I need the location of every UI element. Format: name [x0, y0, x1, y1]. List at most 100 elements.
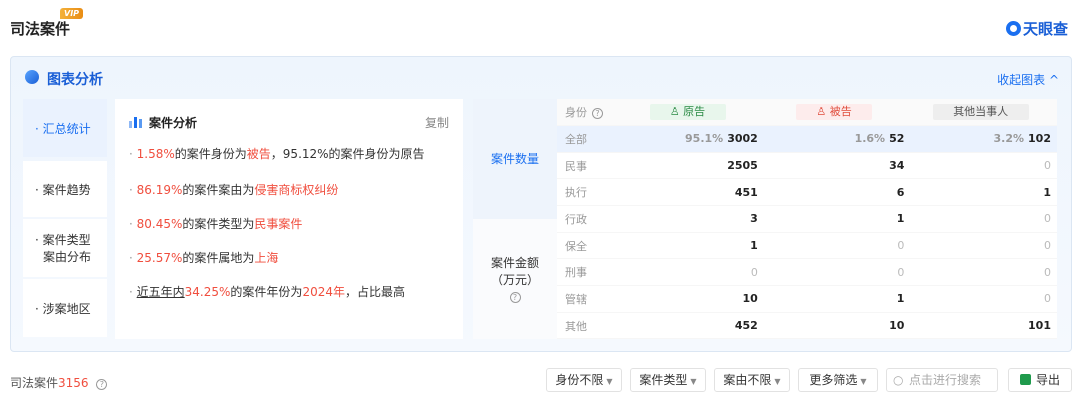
- grid-row: 行政 3 1 0: [557, 205, 1057, 233]
- metrics-table: 案件数量 案件金额 （万元） ? 身份? ♙ 原告 ♙ 被告 其他当事人 全部 95.1%…: [473, 99, 1057, 340]
- side-tab-label: 案件趋势: [35, 181, 107, 198]
- grid-header-row: 身份? ♙ 原告 ♙ 被告 其他当事人: [557, 99, 1057, 127]
- chart-panel: 图表分析 收起图表 ^ 汇总统计案件趋势案件类型案由分布涉案地区 案件分析 复制…: [10, 56, 1072, 352]
- filter-case-type-button[interactable]: 案件类型 ▼: [630, 368, 706, 392]
- export-label: 导出: [1035, 373, 1060, 387]
- help-icon[interactable]: ?: [509, 292, 521, 303]
- grid-row: 其他 452 10 101: [557, 312, 1057, 340]
- count-value: 102: [1028, 132, 1051, 146]
- analysis-text: 80.45%: [136, 217, 183, 231]
- copy-button[interactable]: 复制: [425, 114, 449, 131]
- brand-logo-icon: [1005, 21, 1021, 36]
- total-cell: 3.2% 102: [910, 125, 1057, 153]
- grid-cell: 1: [617, 232, 764, 260]
- help-icon[interactable]: ?: [96, 379, 108, 390]
- side-tab[interactable]: 涉案地区: [23, 279, 107, 337]
- analysis-text: 民事案件: [254, 217, 303, 231]
- filter-cause-label: 案由不限: [723, 373, 772, 387]
- total-cell: 95.1% 3002: [617, 125, 764, 153]
- more-filters-label: 更多筛选: [809, 373, 858, 387]
- identity-header-label: 身份: [565, 106, 587, 120]
- brand-name: 天眼查: [1022, 20, 1068, 38]
- percent-value: 3.2%: [993, 132, 1025, 146]
- grid-cell: 452: [617, 312, 764, 340]
- metric-tab-count[interactable]: 案件数量: [473, 99, 557, 219]
- analysis-text: 的案件年份为: [230, 285, 303, 299]
- grid-row: 保全 1 0 0: [557, 232, 1057, 260]
- grid-cell: 101: [910, 312, 1057, 340]
- metric-tab-amount[interactable]: 案件金额 （万元） ?: [473, 219, 557, 339]
- grid-cell: 0: [910, 152, 1057, 180]
- party-tag: ♙ 被告: [796, 104, 873, 121]
- grid-row: 刑事 0 0 0: [557, 258, 1057, 287]
- filter-cause-button[interactable]: 案由不限 ▼: [714, 368, 790, 392]
- grid-cell: 0: [910, 258, 1057, 287]
- analysis-text: 的案件案由为: [182, 183, 255, 197]
- analysis-title-text: 案件分析: [149, 116, 198, 130]
- filter-identity-label: 身份不限: [555, 373, 604, 387]
- analysis-text: 的案件身份为: [174, 147, 247, 161]
- grid-cell: 0: [910, 285, 1057, 313]
- row-label: 行政: [557, 205, 618, 233]
- grid-cell: 1: [763, 205, 911, 233]
- grid-cell: 1: [910, 178, 1057, 207]
- grid-cell: 1: [763, 285, 911, 313]
- side-tab-label: 案件类型: [35, 231, 107, 248]
- grid-row-all: 全部 95.1% 3002 1.6% 52 3.2% 102: [557, 125, 1057, 153]
- column-header: ♙ 被告: [763, 99, 911, 127]
- analysis-line: 86.19%的案件案由为侵害商标权纠纷: [129, 181, 339, 198]
- row-label: 全部: [557, 125, 618, 153]
- percent-value: 95.1%: [685, 132, 724, 146]
- page-header: 司法案件 VIP 天眼查: [0, 0, 1080, 50]
- footer-bar: 司法案件3156 ? 身份不限 ▼ 案件类型 ▼ 案由不限 ▼ 更多筛选 ▼ ○ 点击进行…: [0, 362, 1080, 398]
- filter-identity-button[interactable]: 身份不限 ▼: [546, 368, 622, 392]
- analysis-text: 被告: [246, 147, 271, 161]
- row-label: 管辖: [557, 285, 618, 313]
- grid-row: 执行 451 6 1: [557, 178, 1057, 207]
- panel-header: 图表分析 收起图表 ^: [11, 57, 1071, 99]
- grid-cell: 34: [763, 152, 911, 180]
- side-tab[interactable]: 案件趋势: [23, 161, 107, 217]
- chevron-down-icon: ▼: [690, 377, 697, 386]
- total-cell: 1.6% 52: [763, 125, 911, 153]
- row-label: 保全: [557, 232, 618, 260]
- grid-cell: 0: [617, 258, 764, 287]
- side-tab-label: 涉案地区: [35, 300, 107, 317]
- analysis-title: 案件分析: [129, 114, 197, 131]
- analysis-text: 侵害商标权纠纷: [254, 183, 339, 197]
- metric-tab-amount-label-1: 案件金额: [490, 256, 539, 270]
- grid-cell: 2505: [617, 152, 764, 180]
- identity-header: 身份?: [557, 99, 618, 127]
- row-label: 民事: [557, 152, 618, 180]
- grid-cell: 0: [763, 232, 911, 260]
- analysis-text: 近五年内: [136, 285, 185, 299]
- grid-cell: 0: [910, 232, 1057, 260]
- bar-chart-icon: [129, 117, 142, 128]
- analysis-text: ，占比最高: [344, 285, 405, 299]
- side-tab[interactable]: 案件类型案由分布: [23, 219, 107, 277]
- grid-cell: 451: [617, 178, 764, 207]
- party-tag: 其他当事人: [932, 104, 1029, 121]
- chevron-down-icon: ▼: [606, 377, 613, 386]
- side-tab[interactable]: 汇总统计: [23, 99, 107, 157]
- export-button[interactable]: 导出: [1008, 368, 1072, 392]
- more-filters-button[interactable]: 更多筛选 ▼: [798, 368, 878, 392]
- case-count-value: 3156: [58, 376, 89, 390]
- help-icon[interactable]: ?: [592, 108, 603, 120]
- excel-icon: [1019, 374, 1031, 385]
- analysis-line: 25.57%的案件属地为上海: [129, 249, 279, 266]
- vip-badge: VIP: [60, 8, 84, 19]
- chevron-down-icon: ▼: [860, 377, 867, 386]
- grid-row: 管辖 10 1 0: [557, 285, 1057, 313]
- grid-cell: 0: [763, 258, 911, 287]
- analysis-text: 34.25%: [184, 285, 231, 299]
- collapse-chart-button[interactable]: 收起图表 ^: [997, 71, 1059, 88]
- metric-tab-amount-label-2: （万元）: [490, 273, 539, 287]
- search-input[interactable]: ○ 点击进行搜索: [886, 368, 998, 392]
- column-header: 其他当事人: [910, 99, 1057, 127]
- count-value: 52: [889, 132, 905, 146]
- analysis-text: 上海: [254, 251, 279, 265]
- grid-cell: 10: [763, 312, 911, 340]
- column-header: ♙ 原告: [617, 99, 764, 127]
- row-label: 刑事: [557, 258, 618, 287]
